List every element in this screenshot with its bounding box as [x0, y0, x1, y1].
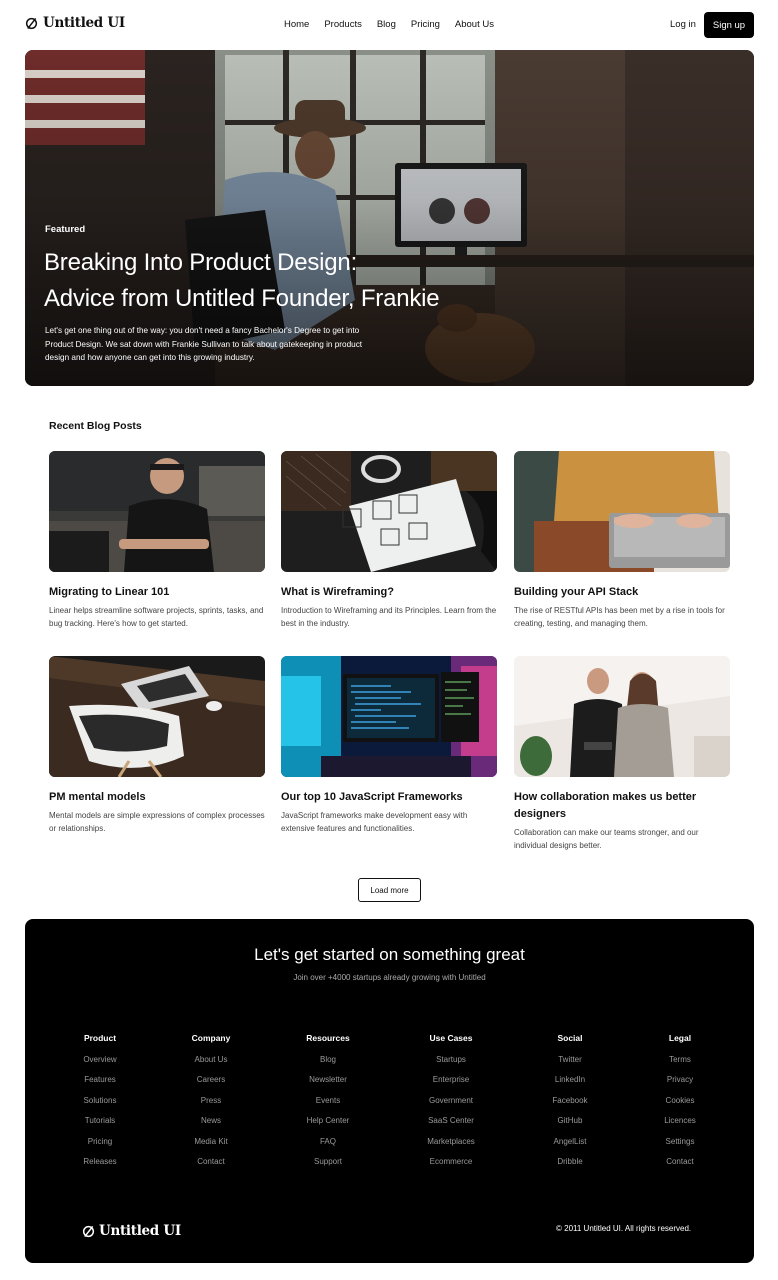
footer-link[interactable]: Careers [161, 1074, 261, 1086]
footer-column-heading: Resources [306, 1033, 350, 1043]
footer-link[interactable]: Blog [278, 1054, 378, 1066]
signup-button[interactable]: Sign up [704, 12, 754, 38]
blog-card-title[interactable]: Building your API Stack [514, 584, 730, 601]
blog-card-description: JavaScript frameworks make development e… [281, 811, 468, 833]
brand-name: Untitled UI [99, 1223, 181, 1239]
footer-link[interactable]: Features [50, 1074, 150, 1086]
blog-card-image [514, 656, 730, 777]
nav-link-blog[interactable]: Blog [377, 19, 396, 30]
blog-card-title[interactable]: PM mental models [49, 789, 265, 806]
footer-column-heading: Company [191, 1033, 231, 1043]
footer-link[interactable]: AngelList [520, 1136, 620, 1148]
footer-link[interactable]: Contact [630, 1156, 730, 1168]
footer-link[interactable]: Facebook [520, 1095, 620, 1107]
blog-card[interactable]: PM mental models Mental models are simpl… [49, 656, 265, 835]
footer-column-heading: Social [557, 1033, 583, 1043]
footer-column-heading: Product [83, 1033, 117, 1043]
cta-subtitle: Join over +4000 startups already growing… [293, 973, 486, 982]
footer-link[interactable]: Settings [630, 1136, 730, 1148]
footer-link[interactable]: GitHub [520, 1115, 620, 1127]
footer-column-heading: Legal [668, 1033, 692, 1043]
cta-title: Let's get started on something great [254, 945, 525, 964]
footer-column-legal: Legal Terms Privacy Cookies Licences Set… [630, 1033, 730, 1176]
footer-column-resources: Resources Blog Newsletter Events Help Ce… [278, 1033, 378, 1176]
footer-link[interactable]: Press [161, 1095, 261, 1107]
footer-link[interactable]: Twitter [520, 1054, 620, 1066]
logo-icon [82, 1225, 95, 1237]
footer-link[interactable]: Media Kit [161, 1136, 261, 1148]
recent-posts-heading: Recent Blog Posts [49, 420, 142, 432]
nav-link-pricing[interactable]: Pricing [411, 19, 440, 30]
blog-card[interactable]: What is Wireframing? Introduction to Wir… [281, 451, 497, 630]
footer-link[interactable]: Ecommerce [401, 1156, 501, 1168]
footer-link[interactable]: Cookies [630, 1095, 730, 1107]
featured-tag: Featured [45, 224, 86, 235]
footer: Let's get started on something great Joi… [25, 919, 754, 1263]
brand-logo[interactable]: Untitled UI [25, 15, 125, 31]
footer-link[interactable]: Tutorials [50, 1115, 150, 1127]
blog-card[interactable]: Migrating to Linear 101 Linear helps str… [49, 451, 265, 630]
footer-link[interactable]: Terms [630, 1054, 730, 1066]
footer-link[interactable]: News [161, 1115, 261, 1127]
blog-card-image [514, 451, 730, 572]
nav-links: Home Products Blog Pricing About Us [284, 19, 494, 30]
blog-card[interactable]: Our top 10 JavaScript Frameworks JavaScr… [281, 656, 497, 835]
footer-link[interactable]: Releases [50, 1156, 150, 1168]
footer-link[interactable]: Solutions [50, 1095, 150, 1107]
nav-link-products[interactable]: Products [324, 19, 362, 30]
footer-link[interactable]: Marketplaces [401, 1136, 501, 1148]
nav-link-home[interactable]: Home [284, 19, 309, 30]
footer-column-product: Product Overview Features Solutions Tuto… [50, 1033, 150, 1176]
nav-link-about-us[interactable]: About Us [455, 19, 494, 30]
footer-link[interactable]: Support [278, 1156, 378, 1168]
footer-link[interactable]: Contact [161, 1156, 261, 1168]
blog-card-image [49, 656, 265, 777]
footer-link[interactable]: Licences [630, 1115, 730, 1127]
footer-link[interactable]: Privacy [630, 1074, 730, 1086]
hero-title: Breaking Into Product Design: Advice fro… [44, 245, 604, 317]
blog-card-image [49, 451, 265, 572]
blog-card-image [281, 451, 497, 572]
blog-card-title[interactable]: What is Wireframing? [281, 584, 497, 601]
footer-link[interactable]: Overview [50, 1054, 150, 1066]
footer-column-heading: Use Cases [429, 1033, 473, 1043]
footer-link[interactable]: Pricing [50, 1136, 150, 1148]
blog-card-title[interactable]: Migrating to Linear 101 [49, 584, 265, 601]
brand-name: Untitled UI [43, 15, 125, 31]
footer-link[interactable]: Newsletter [278, 1074, 378, 1086]
hero-title-line-1: Breaking Into Product Design: [44, 249, 358, 276]
footer-link[interactable]: Dribble [520, 1156, 620, 1168]
blog-card-title[interactable]: How collaboration makes us better design… [514, 789, 730, 823]
blog-card-description: Collaboration can make our teams stronge… [514, 828, 699, 850]
login-link[interactable]: Log in [670, 19, 696, 30]
footer-link[interactable]: Events [278, 1095, 378, 1107]
footer-column-social: Social Twitter LinkedIn Facebook GitHub … [520, 1033, 620, 1176]
footer-brand-logo[interactable]: Untitled UI [82, 1223, 181, 1239]
featured-hero[interactable]: Featured Breaking Into Product Design: A… [25, 50, 754, 386]
footer-link[interactable]: FAQ [278, 1136, 378, 1148]
blog-card-title[interactable]: Our top 10 JavaScript Frameworks [281, 789, 497, 806]
footer-link[interactable]: Enterprise [401, 1074, 501, 1086]
blog-card-description: Mental models are simple expressions of … [49, 811, 265, 833]
logo-icon [25, 17, 38, 29]
footer-link[interactable]: Help Center [278, 1115, 378, 1127]
footer-column-use-cases: Use Cases Startups Enterprise Government… [401, 1033, 501, 1176]
footer-link[interactable]: Startups [401, 1054, 501, 1066]
load-more-button[interactable]: Load more [358, 878, 421, 902]
footer-link[interactable]: About Us [161, 1054, 261, 1066]
footer-link[interactable]: LinkedIn [520, 1074, 620, 1086]
blog-card-description: The rise of RESTful APIs has been met by… [514, 606, 725, 628]
blog-card[interactable]: How collaboration makes us better design… [514, 656, 730, 852]
hero-description: Let's get one thing out of the way: you … [45, 326, 363, 362]
top-navigation: Untitled UI Home Products Blog Pricing A… [0, 0, 778, 50]
blog-card-description: Linear helps streamline software project… [49, 606, 264, 628]
footer-link[interactable]: SaaS Center [401, 1115, 501, 1127]
blog-card-description: Introduction to Wireframing and its Prin… [281, 606, 497, 628]
hero-title-line-2: Advice from Untitled Founder, Frankie [44, 285, 440, 312]
blog-card[interactable]: Building your API Stack The rise of REST… [514, 451, 730, 630]
copyright-text: © 2011 Untitled UI. All rights reserved. [556, 1224, 692, 1233]
footer-column-company: Company About Us Careers Press News Medi… [161, 1033, 261, 1176]
blog-card-image [281, 656, 497, 777]
footer-link[interactable]: Government [401, 1095, 501, 1107]
